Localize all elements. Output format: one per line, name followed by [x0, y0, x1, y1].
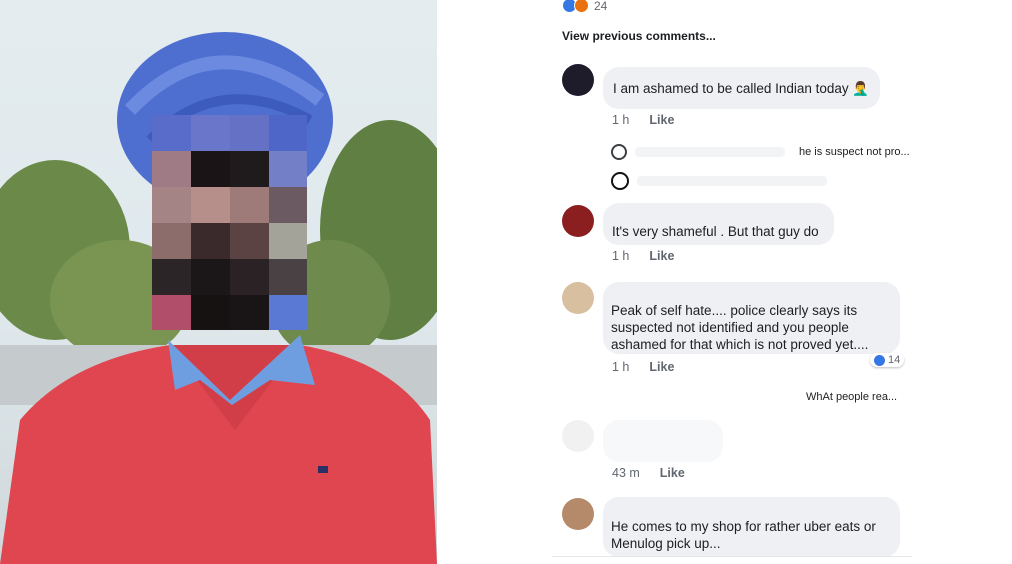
comment-time: 43 m [612, 466, 640, 480]
comment-bubble: It's very shameful . But that guy do [603, 203, 834, 245]
comment-meta: 1 h Like [612, 113, 674, 127]
comment-meta: 43 m Like [612, 466, 685, 480]
comment-meta: 1 h Like [612, 249, 674, 263]
reply-preview-text: WhAt people rea... [806, 391, 898, 403]
profile-photo [0, 0, 437, 564]
avatar[interactable] [562, 282, 594, 314]
view-previous-comments-link[interactable]: View previous comments... [562, 29, 716, 43]
post-reactions[interactable]: 24 [562, 0, 607, 13]
avatar [611, 172, 629, 190]
comment-bubble: I am ashamed to be called Indian today 🤦… [603, 67, 880, 109]
comment-reaction-badge[interactable]: 14 [870, 353, 905, 367]
gutter [437, 0, 552, 564]
comment-meta: 1 h Like [612, 360, 674, 374]
comment-time: 1 h [612, 360, 630, 374]
redacted-name [635, 147, 785, 157]
avatar[interactable] [562, 64, 594, 96]
comment-text: It's very shameful . But that guy do [612, 224, 819, 239]
pixelated-face [152, 115, 307, 330]
avatar[interactable] [562, 420, 594, 452]
comment-feed: 24 View previous comments... I am ashame… [552, 0, 912, 564]
avatar[interactable] [562, 498, 594, 530]
like-button[interactable]: Like [660, 466, 685, 480]
reply-row[interactable]: he is suspect not pro... [611, 144, 910, 160]
divider [552, 556, 912, 557]
avatar[interactable] [562, 205, 594, 237]
comment-bubble [603, 420, 723, 462]
photo-illustration [0, 32, 437, 564]
comment-time: 1 h [612, 113, 630, 127]
comment-text: He comes to my shop for rather uber eats… [611, 519, 876, 551]
angry-icon [574, 0, 589, 13]
like-button[interactable]: Like [649, 113, 674, 127]
like-button[interactable]: Like [649, 360, 674, 374]
reply-row[interactable]: WhAt people rea... [806, 391, 897, 403]
reply-preview-text: he is suspect not pro... [799, 146, 910, 158]
avatar [611, 144, 627, 160]
comment-reaction-count: 14 [888, 354, 901, 366]
comment-bubble: Peak of self hate.... police clearly say… [603, 282, 900, 354]
redacted-name [637, 176, 827, 186]
reaction-count: 24 [594, 0, 608, 13]
reply-row[interactable] [611, 172, 827, 190]
like-button[interactable]: Like [649, 249, 674, 263]
comment-text: I am ashamed to be called Indian today 🤦… [613, 81, 870, 96]
like-icon [874, 354, 885, 366]
comment-time: 1 h [612, 249, 630, 263]
comment-bubble: He comes to my shop for rather uber eats… [603, 497, 900, 557]
comment-text: Peak of self hate.... police clearly say… [611, 303, 869, 352]
